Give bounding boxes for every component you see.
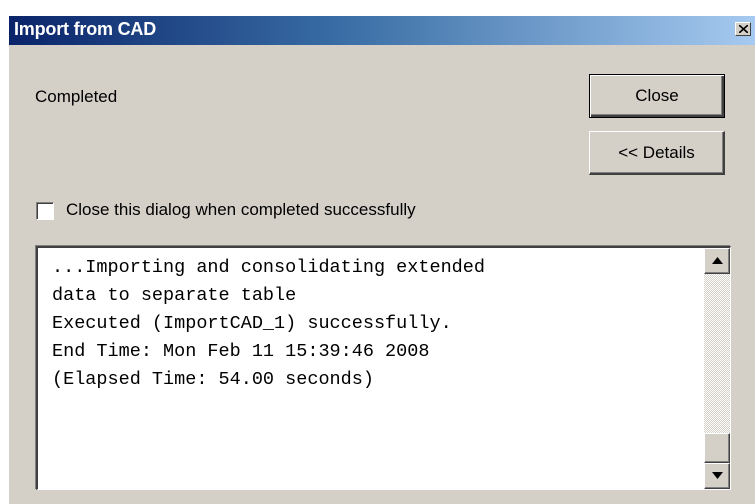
title-close-button[interactable]: [735, 22, 751, 36]
dialog-title: Import from CAD: [14, 19, 156, 39]
log-line: ...Importing and consolidating extended: [52, 257, 485, 278]
close-icon: [739, 25, 748, 33]
log-line: End Time: Mon Feb 11 15:39:46 2008: [52, 341, 430, 362]
scroll-up-button[interactable]: [704, 248, 730, 274]
vertical-scrollbar[interactable]: [704, 248, 730, 489]
scroll-down-button[interactable]: [704, 463, 730, 489]
import-from-cad-dialog: Import from CAD Completed Close << Detai…: [8, 16, 755, 504]
log-line: (Elapsed Time: 54.00 seconds): [52, 369, 374, 390]
arrow-up-icon: [712, 257, 723, 264]
close-on-success-label[interactable]: Close this dialog when completed success…: [66, 200, 416, 220]
arrow-down-icon: [712, 472, 723, 479]
log-line: data to separate table: [52, 285, 297, 306]
log-line: Executed (ImportCAD_1) successfully.: [52, 313, 452, 334]
log-text: ...Importing and consolidating extended …: [52, 254, 672, 394]
close-on-success-checkbox[interactable]: [36, 202, 54, 220]
close-button[interactable]: Close: [589, 74, 725, 118]
title-bar[interactable]: Import from CAD: [9, 16, 755, 45]
status-label: Completed: [35, 87, 118, 106]
log-output[interactable]: ...Importing and consolidating extended …: [36, 246, 731, 490]
scroll-thumb[interactable]: [704, 433, 730, 463]
details-button[interactable]: << Details: [589, 131, 725, 175]
